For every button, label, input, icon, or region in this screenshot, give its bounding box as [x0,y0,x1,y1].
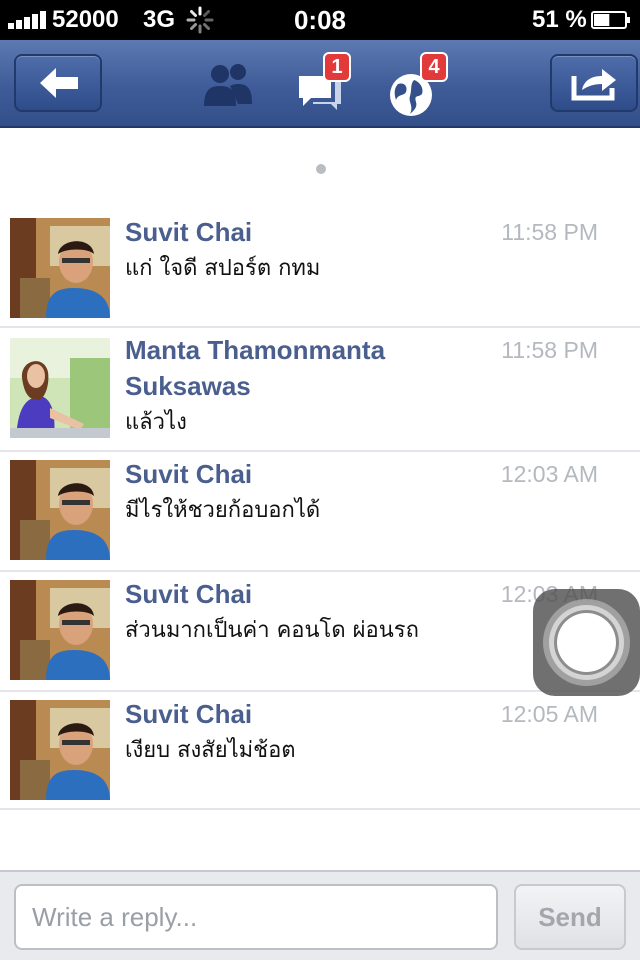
sender-name[interactable]: Suvit Chai [125,696,455,732]
message-time: 12:05 AM [500,701,598,727]
message-time: 12:03 AM [500,461,598,487]
avatar[interactable] [10,460,110,560]
message-time: 11:58 PM [501,219,598,245]
message-row[interactable]: Suvit Chai 12:05 AM เงียบ สงสัยไม่ช้อต [0,692,640,810]
avatar[interactable] [10,700,110,800]
notifications-badge: 4 [420,52,448,82]
sender-name[interactable]: Manta Thamonmanta Suksawas [125,332,455,412]
reply-bar: Send [0,870,640,960]
assistive-touch-button[interactable] [533,589,640,696]
notifications-jewel[interactable]: 4 [388,52,450,116]
messages-badge: 1 [323,52,351,82]
reply-input[interactable] [14,884,498,950]
share-icon [571,69,616,101]
navigation-bar: 1 4 [0,40,640,128]
battery-icon [591,11,630,29]
avatar[interactable] [10,338,110,438]
arrow-left-icon [40,68,78,98]
message-row[interactable]: Suvit Chai 11:58 PM แก่ ใจดี สปอร์ต กทม [0,200,640,328]
message-text: แล้วไง [125,410,187,435]
message-text: มีไรให้ชวยก้อบอกได้ [125,498,321,523]
message-text: ส่วนมากเป็นค่า คอนโด ผ่อนรถ [125,618,419,643]
message-row[interactable]: Suvit Chai 12:03 AM มีไรให้ชวยก้อบอกได้ [0,452,640,572]
message-text: แก่ ใจดี สปอร์ต กทม [125,256,321,281]
friends-icon[interactable] [200,58,256,110]
message-time: 11:58 PM [501,337,598,363]
avatar[interactable] [10,580,110,680]
sender-name[interactable]: Suvit Chai [125,576,455,612]
battery-percentage: 51 % [532,6,587,33]
share-button[interactable] [550,54,638,112]
back-button[interactable] [14,54,102,112]
send-button[interactable]: Send [514,884,626,950]
sender-name[interactable]: Suvit Chai [125,456,455,492]
sender-name[interactable]: Suvit Chai [125,214,455,250]
messages-jewel[interactable]: 1 [295,52,355,114]
status-bar: 52000 3G 0:08 51 % [0,0,640,40]
assistive-touch-icon [557,613,616,672]
loading-indicator-dot [316,164,326,174]
message-row[interactable]: Manta Thamonmanta Suksawas 11:58 PM แล้ว… [0,328,640,452]
avatar[interactable] [10,218,110,318]
conversation-thread[interactable]: Suvit Chai 11:58 PM แก่ ใจดี สปอร์ต กทม … [0,130,640,870]
message-text: เงียบ สงสัยไม่ช้อต [125,738,296,763]
